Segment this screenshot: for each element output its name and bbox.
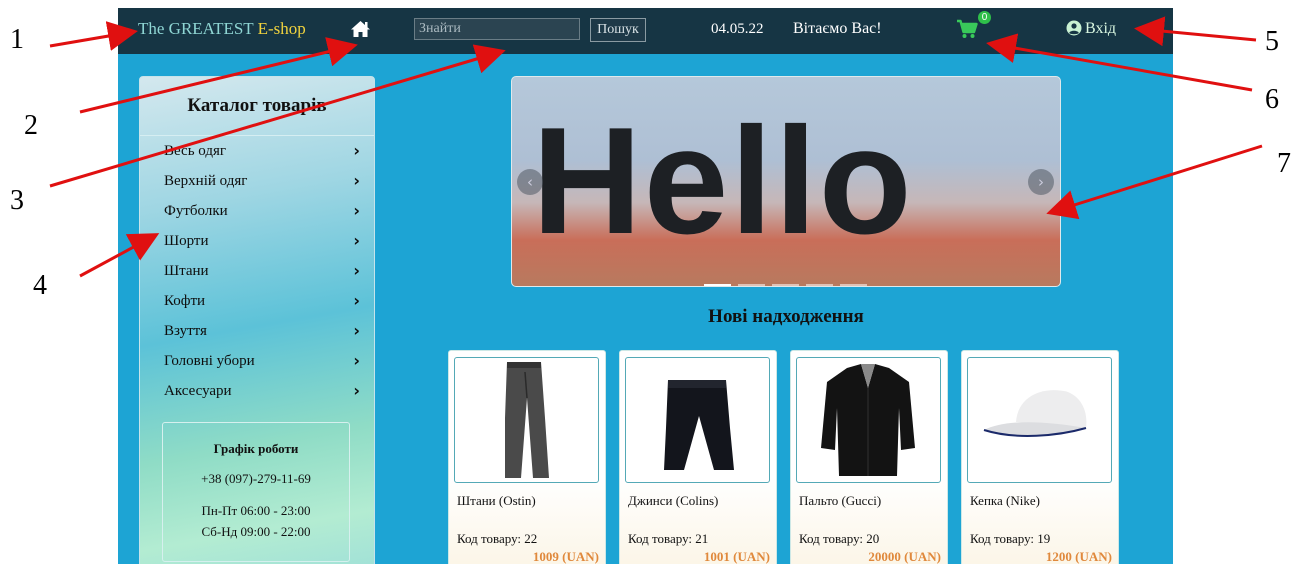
catalog-item-label: Штани xyxy=(164,263,209,279)
catalog-item-label: Весь одяг xyxy=(164,143,227,159)
catalog-item-headwear[interactable]: Головні убори › xyxy=(140,346,374,376)
chevron-right-icon: › xyxy=(353,231,360,250)
product-image-coat[interactable] xyxy=(796,357,941,483)
product-card[interactable]: Джинси (Colins) Код товару: 21 1001 (UAN… xyxy=(619,350,777,564)
search-input[interactable] xyxy=(414,18,580,40)
callout-1: 1 xyxy=(10,24,24,55)
catalog-item-label: Футболки xyxy=(164,203,228,219)
callout-2: 2 xyxy=(24,110,38,141)
catalog-item-sweaters[interactable]: Кофти › xyxy=(140,286,374,316)
product-code: Код товару: 19 xyxy=(970,531,1051,546)
product-name: Джинси (Colins) xyxy=(628,493,719,508)
chevron-right-icon: › xyxy=(353,201,360,220)
product-image-cap[interactable] xyxy=(967,357,1112,483)
carousel-next-icon[interactable]: › xyxy=(1028,169,1054,195)
catalog-item-tshirts[interactable]: Футболки › xyxy=(140,196,374,226)
schedule-weekend: Сб-Нд 09:00 - 22:00 xyxy=(201,524,311,539)
product-code: Код товару: 21 xyxy=(628,531,709,546)
catalog-item-label: Верхній одяг xyxy=(164,173,248,189)
catalog-title: Каталог товарів xyxy=(140,77,374,136)
carousel-indicators xyxy=(704,274,874,286)
callout-6: 6 xyxy=(1265,84,1279,115)
catalog-item-all-clothes[interactable]: Весь одяг › xyxy=(140,136,374,166)
carousel-indicator[interactable] xyxy=(806,284,833,286)
product-code: Код товару: 22 xyxy=(457,531,538,546)
carousel-indicator[interactable] xyxy=(738,284,765,286)
product-price: 20000 (UAN) xyxy=(868,549,941,564)
product-name: Штани (Ostin) xyxy=(457,493,536,508)
catalog-sidebar: Каталог товарів Весь одяг › Верхній одяг ›… xyxy=(139,76,375,564)
login-label: Вхід xyxy=(1085,20,1117,37)
search-button[interactable]: Пошук xyxy=(590,18,646,42)
work-schedule-box: Графік роботи +38 (097)-279-11-69 Пн-Пт … xyxy=(162,422,350,562)
product-price: 1200 (UAN) xyxy=(1045,549,1112,564)
product-card[interactable]: Пальто (Gucci) Код товару: 20 20000 (UAN… xyxy=(790,350,948,564)
callout-4: 4 xyxy=(33,270,47,301)
eshop-app: The GREATEST E-shop Пошук 04.05.22 Вітає… xyxy=(118,8,1173,564)
catalog-item-label: Кофти xyxy=(164,293,206,309)
catalog-item-label: Шорти xyxy=(164,233,209,249)
cart-count-badge: 0 xyxy=(978,11,991,24)
new-arrivals-title: Нові надходження xyxy=(708,306,864,327)
schedule-title: Графік роботи xyxy=(213,441,299,456)
callout-3: 3 xyxy=(10,185,24,216)
chevron-right-icon: › xyxy=(353,171,360,190)
carousel-prev-icon[interactable]: ‹ xyxy=(517,169,543,195)
catalog-item-shorts[interactable]: Шорти › xyxy=(140,226,374,256)
chevron-right-icon: › xyxy=(353,261,360,280)
catalog-item-shoes[interactable]: Взуття › xyxy=(140,316,374,346)
catalog-item-label: Аксесуари xyxy=(164,383,232,399)
product-name: Кепка (Nike) xyxy=(970,493,1040,508)
chevron-right-icon: › xyxy=(353,351,360,370)
catalog-list: Весь одяг › Верхній одяг › Футболки › Шорти… xyxy=(140,136,374,406)
product-code: Код товару: 20 xyxy=(799,531,880,546)
brand-suffix: E-shop xyxy=(257,19,306,38)
carousel-slide-text: Hello xyxy=(532,96,914,266)
current-date: 04.05.22 xyxy=(711,21,764,37)
schedule-weekdays: Пн-Пт 06:00 - 23:00 xyxy=(201,503,311,518)
chevron-right-icon: › xyxy=(353,291,360,310)
catalog-item-accessories[interactable]: Аксесуари › xyxy=(140,376,374,406)
catalog-item-trousers[interactable]: Штани › xyxy=(140,256,374,286)
product-image-trousers[interactable] xyxy=(454,357,599,483)
chevron-right-icon: › xyxy=(353,321,360,340)
product-name: Пальто (Gucci) xyxy=(799,493,882,508)
login-link[interactable]: Вхід xyxy=(1066,20,1116,41)
catalog-item-label: Взуття xyxy=(164,323,207,339)
image-carousel: Hello ‹ › xyxy=(511,76,1061,287)
home-icon[interactable] xyxy=(350,20,371,43)
product-image-jeans[interactable] xyxy=(625,357,770,483)
chevron-right-icon: › xyxy=(353,381,360,400)
chevron-right-icon: › xyxy=(353,141,360,160)
carousel-indicator[interactable] xyxy=(840,284,867,286)
catalog-item-outerwear[interactable]: Верхній одяг › xyxy=(140,166,374,196)
product-price: 1001 (UAN) xyxy=(703,549,770,564)
callout-7: 7 xyxy=(1277,148,1291,179)
schedule-phone: +38 (097)-279-11-69 xyxy=(201,471,311,486)
callout-5: 5 xyxy=(1265,26,1279,57)
carousel-indicator[interactable] xyxy=(772,284,799,286)
brand-logo-link[interactable]: The GREATEST E-shop xyxy=(138,19,306,39)
user-circle-icon xyxy=(1066,20,1082,41)
shopping-cart-icon[interactable] xyxy=(956,19,978,44)
top-navbar: The GREATEST E-shop Пошук 04.05.22 Вітає… xyxy=(118,8,1173,54)
brand-name: The GREATEST xyxy=(138,19,258,38)
product-card[interactable]: Кепка (Nike) Код товару: 19 1200 (UAN) xyxy=(961,350,1119,564)
welcome-text: Вітаємо Вас! xyxy=(793,20,882,37)
catalog-item-label: Головні убори xyxy=(164,353,255,369)
product-price: 1009 (UAN) xyxy=(532,549,599,564)
carousel-indicator[interactable] xyxy=(704,284,731,286)
product-card[interactable]: Штани (Ostin) Код товару: 22 1009 (UAN) xyxy=(448,350,606,564)
